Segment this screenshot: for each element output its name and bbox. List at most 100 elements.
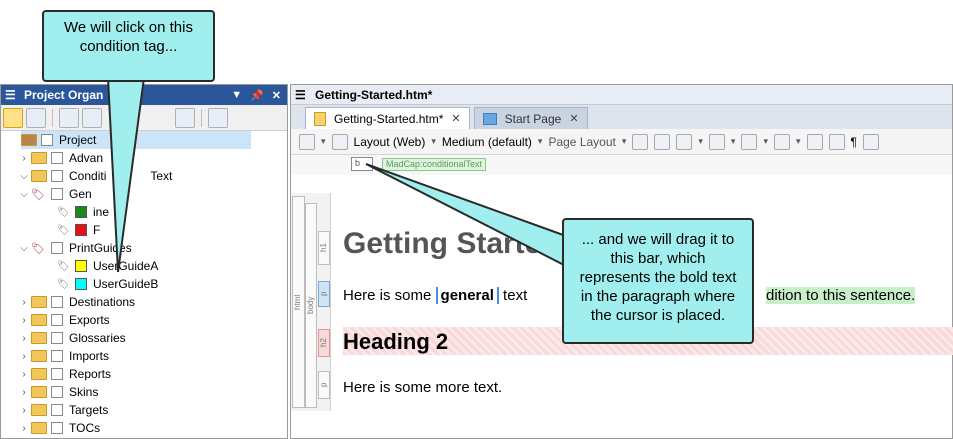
checkbox[interactable] bbox=[51, 350, 63, 362]
panel-title: Project Organ bbox=[24, 88, 104, 102]
tree-item[interactable]: › Reports bbox=[17, 365, 247, 383]
structure-html[interactable]: html bbox=[292, 196, 305, 408]
tree-item-label: UserGuideB bbox=[93, 277, 159, 291]
medium-dropdown[interactable]: Medium (default) bbox=[442, 135, 532, 149]
tree-item-project[interactable]: Project bbox=[21, 131, 251, 149]
tree-item[interactable]: 🏷 UserGuideB bbox=[57, 275, 287, 293]
bold-text[interactable]: general bbox=[435, 287, 499, 304]
checkbox[interactable] bbox=[51, 422, 63, 434]
zoom-icon[interactable] bbox=[299, 133, 315, 150]
structure-p[interactable]: p bbox=[318, 281, 330, 307]
expand-arrow-icon[interactable]: › bbox=[17, 351, 31, 362]
hamburger-menu-icon[interactable]: ☰ bbox=[5, 88, 19, 102]
tree-item[interactable]: › Destinations bbox=[17, 293, 247, 311]
add-button[interactable] bbox=[208, 107, 228, 128]
paragraph-1[interactable]: Here is some general text bbox=[343, 287, 527, 304]
new-item-button[interactable] bbox=[59, 107, 79, 128]
checkbox[interactable] bbox=[51, 332, 63, 344]
expand-arrow-icon[interactable]: ⌵ bbox=[17, 243, 31, 254]
structure-body[interactable]: body bbox=[305, 203, 317, 408]
tree-item[interactable]: › Skins bbox=[17, 383, 247, 401]
condition-color-swatch[interactable] bbox=[75, 224, 87, 236]
pin-icon[interactable]: 📌 bbox=[250, 89, 264, 102]
condition-color-swatch[interactable] bbox=[75, 278, 87, 290]
checkbox[interactable] bbox=[51, 404, 63, 416]
fit-icon[interactable] bbox=[708, 133, 725, 150]
print-preview-icon[interactable] bbox=[654, 133, 671, 150]
expand-arrow-icon[interactable]: › bbox=[17, 369, 31, 380]
expand-arrow-icon[interactable]: › bbox=[17, 153, 31, 164]
dropdown-icon[interactable]: ▼ bbox=[231, 89, 242, 102]
tree-item[interactable]: › Targets bbox=[17, 401, 247, 419]
preview-icon[interactable] bbox=[632, 133, 649, 150]
expand-arrow-icon[interactable]: › bbox=[17, 423, 31, 434]
checkbox[interactable] bbox=[51, 188, 63, 200]
field-icon[interactable] bbox=[806, 133, 823, 150]
tag-icon: 🏷 bbox=[57, 261, 70, 272]
font-icon[interactable] bbox=[773, 133, 790, 150]
condition-color-swatch[interactable] bbox=[75, 260, 87, 272]
expand-arrow-icon[interactable]: › bbox=[17, 333, 31, 344]
span-bar-bold-box[interactable]: b bbox=[351, 157, 373, 171]
expand-arrow-icon[interactable]: ⌵ bbox=[17, 189, 31, 200]
document-icon bbox=[314, 111, 326, 126]
folder-view-button[interactable] bbox=[3, 107, 23, 128]
tag-icon: 🏷 bbox=[57, 279, 70, 290]
tree-item[interactable]: › Glossaries bbox=[17, 329, 247, 347]
condition-color-swatch[interactable] bbox=[75, 206, 87, 218]
folder-icon bbox=[31, 332, 47, 344]
tab-getting-started[interactable]: Getting-Started.htm* ✕ bbox=[305, 107, 470, 129]
show-tags-icon[interactable] bbox=[331, 133, 348, 150]
close-icon[interactable]: ✕ bbox=[569, 112, 578, 125]
eye-icon[interactable] bbox=[862, 133, 879, 150]
condition-tag-label[interactable]: MadCap:conditionalText bbox=[382, 158, 487, 171]
paragraph-2: Here is some more text. bbox=[343, 379, 503, 396]
tree-item[interactable]: › Imports bbox=[17, 347, 247, 365]
tree-item[interactable]: ⌵ Conditi Text bbox=[17, 167, 247, 185]
folder-icon bbox=[31, 170, 47, 182]
para-text-start: Here is some bbox=[343, 287, 436, 304]
expand-arrow-icon[interactable]: › bbox=[17, 405, 31, 416]
checkbox[interactable] bbox=[51, 242, 63, 254]
expand-arrow-icon[interactable]: › bbox=[17, 387, 31, 398]
toolbar-divider bbox=[52, 108, 53, 127]
code-icon[interactable] bbox=[828, 133, 845, 150]
checkbox[interactable] bbox=[51, 170, 63, 182]
tree-item[interactable]: › TOCs bbox=[17, 419, 247, 437]
structure-h1[interactable]: h1 bbox=[318, 231, 330, 265]
checkbox[interactable] bbox=[51, 296, 63, 308]
close-icon[interactable]: ✕ bbox=[272, 89, 281, 102]
image-icon[interactable] bbox=[676, 133, 693, 150]
layout-dropdown[interactable]: Layout (Web) bbox=[354, 135, 426, 149]
expand-arrow-icon[interactable]: › bbox=[17, 297, 31, 308]
editor-title: Getting-Started.htm* bbox=[315, 87, 433, 102]
structure-h2[interactable]: h2 bbox=[318, 329, 330, 357]
checkbox[interactable] bbox=[41, 134, 53, 146]
refresh-button[interactable] bbox=[175, 107, 195, 128]
pilcrow-icon[interactable]: ¶ bbox=[851, 135, 857, 149]
checkbox[interactable] bbox=[51, 152, 63, 164]
tab-start-page[interactable]: Start Page ✕ bbox=[473, 107, 588, 129]
tree-item[interactable]: › Exports bbox=[17, 311, 247, 329]
tree-item[interactable]: 🏷 ine bbox=[57, 203, 287, 221]
tree-item[interactable]: 🏷 F bbox=[57, 221, 287, 239]
list-view-button[interactable] bbox=[26, 107, 46, 128]
page-layout-dropdown[interactable]: Page Layout bbox=[548, 135, 615, 149]
tree-item[interactable]: › Advan bbox=[17, 149, 247, 167]
close-icon[interactable]: ✕ bbox=[451, 112, 460, 125]
tree-item-label-suffix: Guides bbox=[93, 241, 132, 255]
tree-item[interactable]: ⌵ 🏷 Print Guides bbox=[17, 239, 247, 257]
tree-item[interactable]: 🏷 UserGuideA bbox=[57, 257, 287, 275]
expand-arrow-icon[interactable]: › bbox=[17, 315, 31, 326]
checkbox[interactable] bbox=[51, 386, 63, 398]
structure-p2[interactable]: p bbox=[318, 371, 330, 399]
tree-item-label: Glossaries bbox=[69, 331, 126, 345]
copy-button[interactable] bbox=[82, 107, 102, 128]
conditional-text[interactable]: dition to this sentence. bbox=[766, 287, 916, 304]
checkbox[interactable] bbox=[51, 314, 63, 326]
tree-item[interactable]: ⌵ 🏷 Gen bbox=[17, 185, 247, 203]
expand-arrow-icon[interactable]: ⌵ bbox=[17, 171, 31, 182]
hamburger-menu-icon[interactable]: ☰ bbox=[295, 88, 309, 102]
format-icon[interactable] bbox=[741, 133, 758, 150]
checkbox[interactable] bbox=[51, 368, 63, 380]
